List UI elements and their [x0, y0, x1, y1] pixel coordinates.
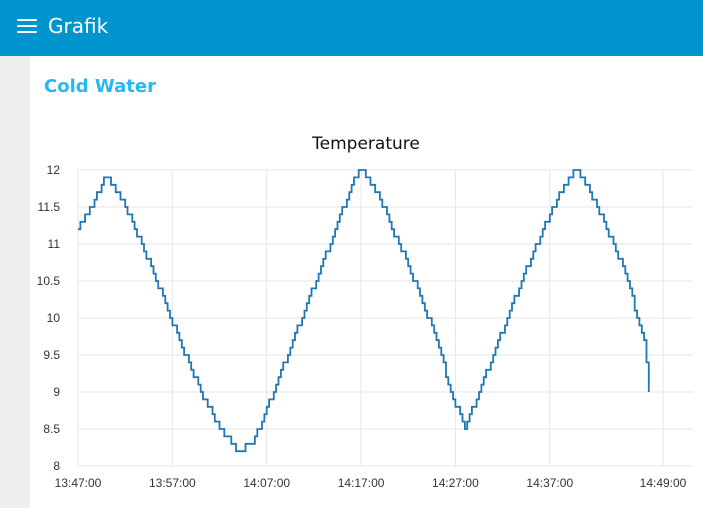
chart-card: Cold Water Temperature 12 11.5 11 10.5 10 9.5…: [30, 56, 703, 508]
top-app-bar: Grafik: [0, 0, 703, 56]
y-tick-label: 8: [53, 459, 60, 473]
x-tick-label: 13:47:00: [55, 476, 102, 490]
y-tick-label: 11: [48, 237, 61, 251]
y-axis: 12 11.5 11 10.5 10 9.5 9 8.5 8: [37, 163, 61, 473]
x-tick-label: 13:57:00: [149, 476, 196, 490]
x-tick-label: 14:17:00: [338, 476, 385, 490]
y-tick-label: 10: [47, 311, 61, 325]
y-tick-label: 12: [47, 163, 61, 177]
y-tick-label: 9: [53, 385, 60, 399]
x-tick-label: 14:37:00: [526, 476, 573, 490]
hamburger-menu-icon[interactable]: [17, 18, 37, 34]
chart-title: Temperature: [311, 134, 420, 154]
x-tick-label: 14:49:00: [640, 476, 687, 490]
x-axis: 13:47:00 13:57:00 14:07:00 14:17:00 14:27:00…: [55, 476, 687, 490]
x-tick-label: 14:07:00: [243, 476, 290, 490]
temperature-line: [78, 169, 650, 453]
temperature-chart: Temperature 12 11.5 11 10.5 10 9.5 9 8.5 8 13:47…: [37, 134, 693, 490]
y-tick-label: 9.5: [43, 348, 60, 362]
y-tick-label: 11.5: [38, 200, 61, 214]
app-title: Grafik: [48, 14, 109, 38]
y-tick-label: 8.5: [43, 422, 60, 436]
x-tick-label: 14:27:00: [432, 476, 479, 490]
y-tick-label: 10.5: [37, 274, 61, 288]
